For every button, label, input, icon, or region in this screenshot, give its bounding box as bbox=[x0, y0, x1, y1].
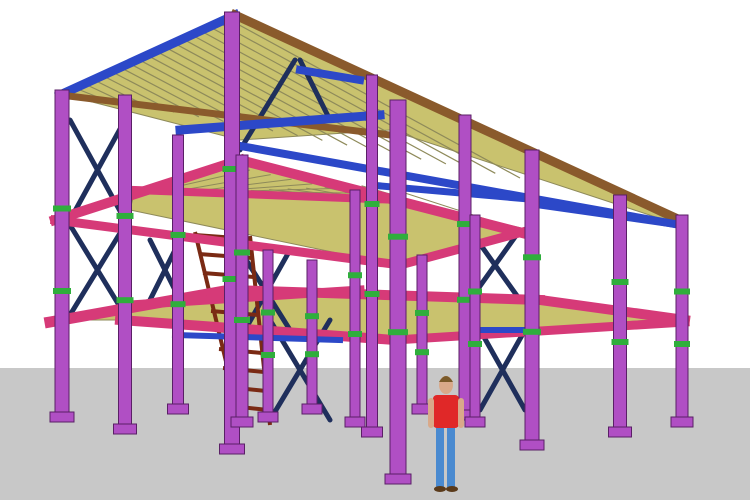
person-arm-left bbox=[428, 398, 434, 428]
steel-column bbox=[366, 74, 378, 436]
base-plate bbox=[49, 411, 75, 423]
steel-column bbox=[54, 89, 70, 421]
steel-column bbox=[118, 94, 132, 433]
connection-plate bbox=[170, 231, 186, 238]
connection-plate bbox=[53, 288, 71, 294]
connection-plate bbox=[116, 212, 134, 219]
connection-plate bbox=[674, 288, 690, 295]
person-leg-right bbox=[447, 425, 455, 487]
base-plate bbox=[344, 416, 366, 428]
connection-plate bbox=[674, 341, 690, 347]
connection-plate bbox=[388, 233, 408, 240]
base-plate bbox=[301, 403, 323, 415]
connection-plate bbox=[611, 279, 629, 285]
connection-plate bbox=[305, 313, 319, 320]
base-plate bbox=[608, 426, 632, 438]
person-shirt bbox=[433, 395, 459, 428]
connection-plate bbox=[348, 331, 362, 337]
base-plate bbox=[167, 403, 189, 415]
base-plate bbox=[257, 411, 279, 423]
connection-plate bbox=[261, 309, 275, 316]
connection-plate bbox=[170, 301, 186, 308]
connection-plate bbox=[116, 297, 134, 304]
connection-plate bbox=[523, 254, 541, 261]
connection-plate bbox=[234, 249, 250, 256]
connection-plate bbox=[415, 309, 429, 316]
steel-column bbox=[306, 259, 318, 413]
steel-column bbox=[524, 149, 540, 449]
steel-column bbox=[349, 189, 361, 426]
base-plate bbox=[464, 416, 486, 428]
base-plate bbox=[230, 416, 254, 428]
structure-scene bbox=[0, 0, 750, 500]
person-shoe bbox=[446, 486, 458, 492]
connection-plate bbox=[468, 341, 482, 347]
steel-column bbox=[172, 134, 184, 413]
base-plate bbox=[519, 439, 545, 451]
person-arm-right bbox=[458, 398, 464, 428]
steel-column bbox=[416, 254, 428, 413]
connection-plate bbox=[468, 288, 482, 295]
connection-plate bbox=[305, 351, 319, 358]
connection-plate bbox=[364, 291, 380, 297]
base-plate bbox=[113, 423, 137, 435]
steel-column bbox=[458, 114, 472, 419]
steel-column bbox=[235, 154, 249, 426]
steel-column bbox=[389, 99, 407, 483]
base-plate bbox=[384, 473, 412, 485]
steel-column bbox=[613, 194, 627, 436]
base-plate bbox=[670, 416, 694, 428]
base-plate bbox=[219, 443, 245, 455]
steel-column bbox=[675, 214, 689, 426]
base-plate bbox=[361, 426, 383, 438]
person-leg-left bbox=[436, 425, 444, 487]
connection-plate bbox=[234, 317, 250, 323]
connection-plate bbox=[364, 201, 380, 207]
connection-plate bbox=[523, 328, 541, 335]
connection-plate bbox=[53, 205, 71, 212]
steel-column bbox=[469, 214, 481, 426]
steel-column bbox=[262, 249, 274, 421]
connection-plate bbox=[348, 272, 362, 279]
connection-plate bbox=[415, 349, 429, 356]
steel-frame-drawing bbox=[0, 9, 750, 500]
connection-plate bbox=[261, 352, 275, 358]
person-shoe bbox=[434, 486, 446, 492]
connection-plate bbox=[611, 339, 629, 345]
connection-plate bbox=[388, 329, 408, 336]
